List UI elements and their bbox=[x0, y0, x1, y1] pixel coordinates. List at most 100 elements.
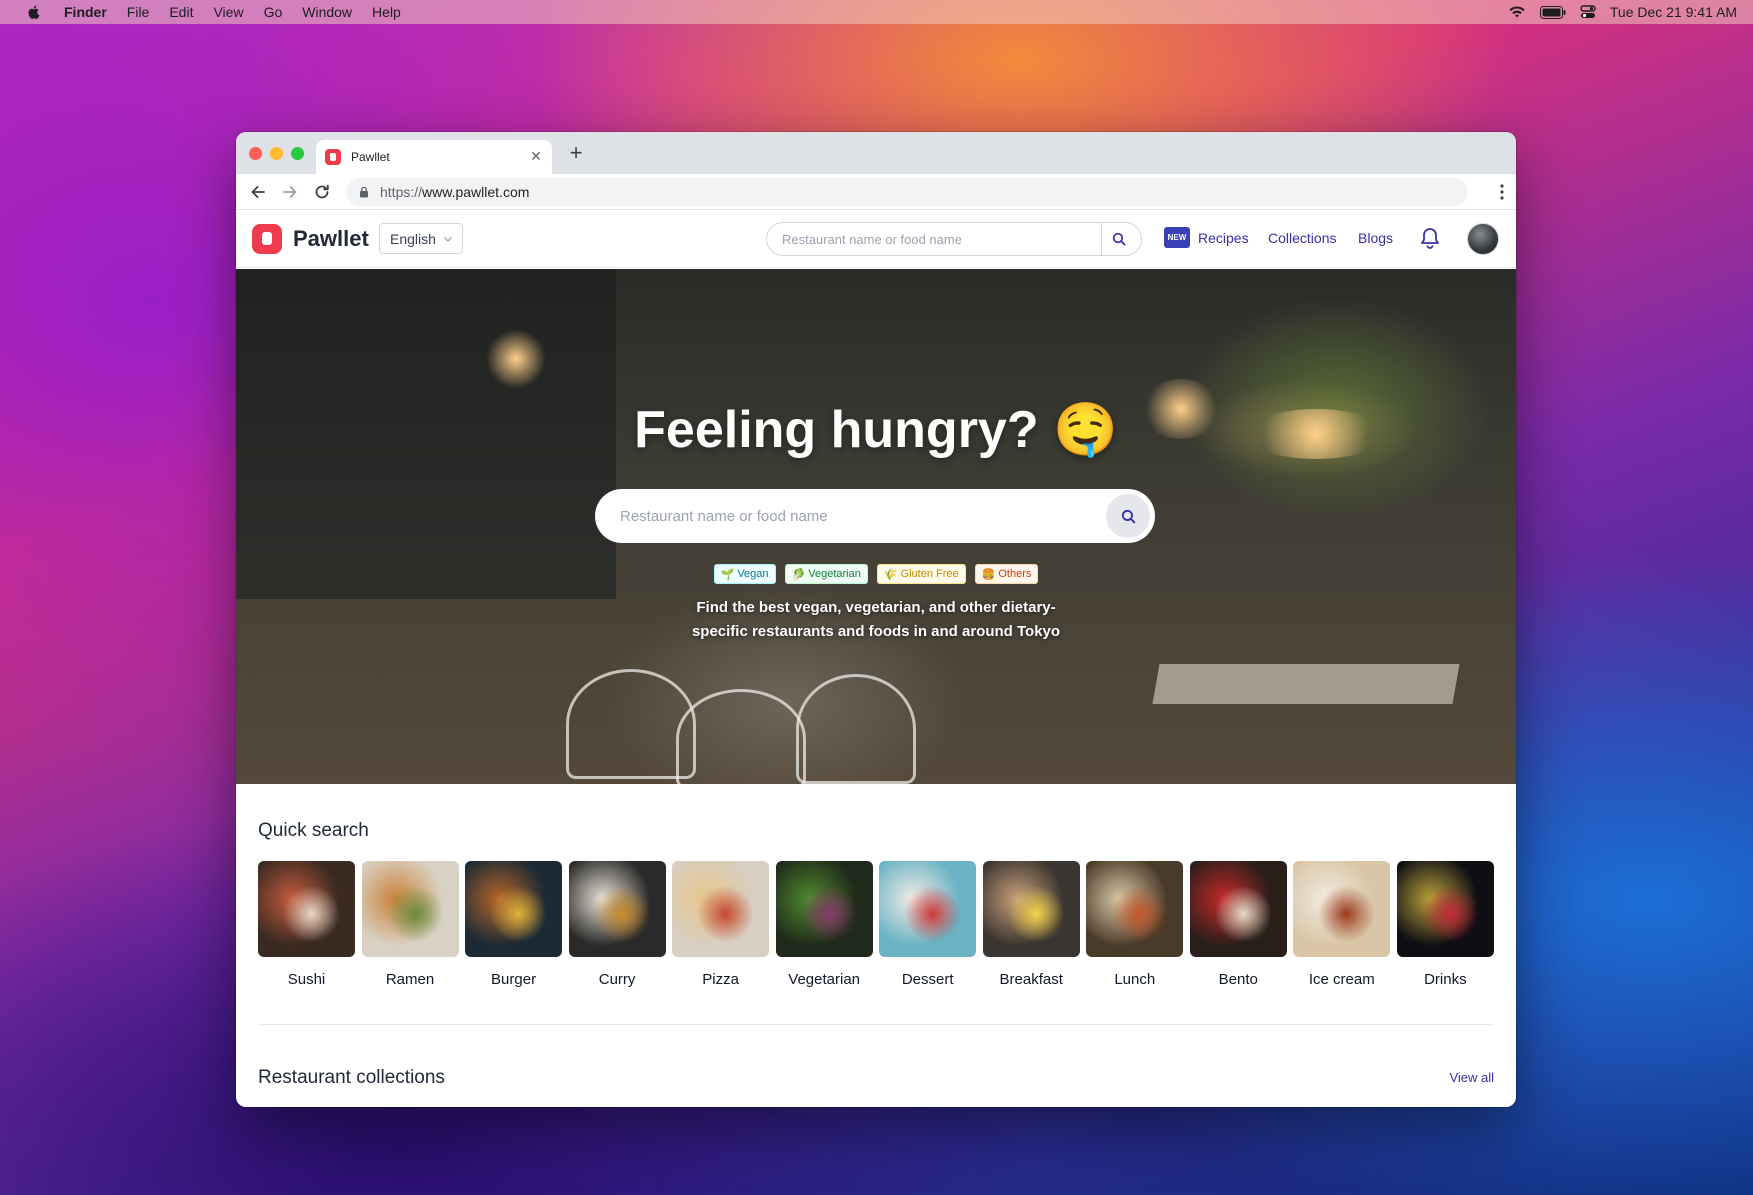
diet-tags: 🌱 Vegan 🥬 Vegetarian 🌾 Gluten Free 🍔 Oth… bbox=[236, 564, 1516, 584]
hero-title: Feeling hungry? 🤤 bbox=[634, 401, 1118, 459]
quick-search-item[interactable]: Breakfast bbox=[982, 861, 1080, 988]
chevron-down-icon bbox=[444, 237, 452, 242]
language-select[interactable]: English bbox=[379, 223, 463, 254]
quick-search-item[interactable]: Dessert bbox=[879, 861, 977, 988]
new-tab-button[interactable]: + bbox=[566, 142, 586, 164]
nav-collections[interactable]: Collections bbox=[1268, 230, 1336, 246]
hero-subtitle: Find the best vegan, vegetarian, and oth… bbox=[691, 599, 1061, 640]
tab-title: Pawllet bbox=[351, 150, 390, 164]
food-thumbnail[interactable] bbox=[1189, 861, 1287, 957]
site-header: Pawllet English NEW Recipes Collections … bbox=[236, 210, 1516, 268]
quick-search-label: Burger bbox=[491, 971, 537, 988]
quick-search-item[interactable]: Lunch bbox=[1086, 861, 1184, 988]
food-thumbnail[interactable] bbox=[775, 861, 873, 957]
favicon-icon bbox=[325, 149, 341, 165]
quick-search-item[interactable]: Sushi bbox=[258, 861, 355, 988]
food-thumbnail[interactable] bbox=[879, 861, 977, 957]
browser-tab-pawllet[interactable]: Pawllet ✕ bbox=[316, 140, 552, 174]
control-center-icon[interactable] bbox=[1580, 4, 1596, 20]
section-divider bbox=[258, 1024, 1494, 1025]
browser-window: Pawllet ✕ + https:// www.pawllet.com Paw… bbox=[236, 132, 1516, 1107]
food-thumbnail[interactable] bbox=[672, 861, 770, 957]
quick-search-item[interactable]: Curry bbox=[568, 861, 666, 988]
window-controls bbox=[249, 147, 304, 160]
header-search-button[interactable] bbox=[1101, 223, 1135, 255]
quick-search-list: Sushi Ramen Burger Curry Pizza Vegetarian Dess… bbox=[258, 861, 1494, 988]
quick-search-label: Ice cream bbox=[1308, 971, 1375, 988]
food-thumbnail[interactable] bbox=[982, 861, 1080, 957]
quick-search-item[interactable]: Ice cream bbox=[1293, 861, 1391, 988]
apple-icon[interactable] bbox=[26, 4, 42, 20]
close-window-button[interactable] bbox=[249, 147, 262, 160]
browser-menu-icon[interactable] bbox=[1500, 183, 1504, 201]
user-avatar[interactable] bbox=[1467, 223, 1499, 255]
minimize-window-button[interactable] bbox=[270, 147, 283, 160]
hero-chair bbox=[676, 689, 806, 784]
reload-icon[interactable] bbox=[312, 182, 332, 202]
quick-search-label: Sushi bbox=[287, 971, 326, 988]
brand-name[interactable]: Pawllet bbox=[293, 226, 369, 252]
forward-arrow-icon[interactable] bbox=[280, 182, 300, 202]
quick-search-item[interactable]: Ramen bbox=[361, 861, 459, 988]
url-scheme: https:// bbox=[380, 184, 423, 200]
food-thumbnail[interactable] bbox=[1293, 861, 1391, 957]
menu-go[interactable]: Go bbox=[264, 4, 283, 20]
quick-search-label: Pizza bbox=[702, 971, 739, 988]
wifi-icon[interactable] bbox=[1508, 5, 1526, 19]
menu-bar: Finder File Edit View Go Window Help Tue… bbox=[0, 0, 1753, 24]
hero-lamp-glow bbox=[486, 329, 546, 389]
header-search bbox=[766, 222, 1142, 256]
lock-icon bbox=[360, 186, 368, 198]
view-all-link[interactable]: View all bbox=[1449, 1070, 1494, 1085]
address-bar[interactable]: https:// www.pawllet.com bbox=[346, 178, 1468, 206]
hero-search bbox=[595, 489, 1155, 543]
hero-table bbox=[1152, 664, 1460, 704]
nav-blogs[interactable]: Blogs bbox=[1358, 230, 1393, 246]
bell-icon[interactable] bbox=[1419, 226, 1441, 250]
tag-vegan[interactable]: 🌱 Vegan bbox=[713, 564, 776, 584]
quick-search-item[interactable]: Drinks bbox=[1396, 861, 1494, 988]
menu-edit[interactable]: Edit bbox=[169, 4, 193, 20]
quick-search-title: Quick search bbox=[258, 820, 369, 841]
search-icon bbox=[1112, 232, 1125, 246]
browser-toolbar: https:// www.pawllet.com bbox=[236, 174, 1516, 210]
quick-search-item[interactable]: Bento bbox=[1189, 861, 1287, 988]
food-thumbnail[interactable] bbox=[465, 861, 563, 957]
quick-search-item[interactable]: Burger bbox=[465, 861, 563, 988]
food-thumbnail[interactable] bbox=[1396, 861, 1494, 957]
quick-search-label: Vegetarian bbox=[788, 971, 861, 988]
tag-label: Gluten Free bbox=[900, 568, 959, 580]
hero-chair bbox=[796, 674, 916, 784]
tag-vegetarian[interactable]: 🥬 Vegetarian bbox=[784, 564, 868, 584]
tag-label: Others bbox=[998, 568, 1032, 580]
food-thumbnail[interactable] bbox=[1086, 861, 1184, 957]
menu-file[interactable]: File bbox=[127, 4, 150, 20]
tag-others[interactable]: 🍔 Others bbox=[974, 564, 1039, 584]
quick-search-item[interactable]: Vegetarian bbox=[775, 861, 873, 988]
food-thumbnail[interactable] bbox=[361, 861, 459, 957]
quick-search-item[interactable]: Pizza bbox=[672, 861, 770, 988]
close-tab-icon[interactable]: ✕ bbox=[528, 148, 544, 164]
leafy-green-icon: 🥬 bbox=[791, 568, 806, 581]
menu-help[interactable]: Help bbox=[372, 4, 401, 20]
header-search-input[interactable] bbox=[767, 223, 1101, 255]
zoom-window-button[interactable] bbox=[291, 147, 304, 160]
pawllet-logo-icon[interactable] bbox=[252, 224, 282, 254]
tab-strip: Pawllet ✕ + bbox=[236, 132, 1516, 174]
menu-window[interactable]: Window bbox=[302, 4, 352, 20]
menu-finder[interactable]: Finder bbox=[64, 4, 107, 20]
search-icon bbox=[1121, 509, 1135, 523]
quick-search-label: Curry bbox=[598, 971, 636, 988]
back-arrow-icon[interactable] bbox=[248, 182, 268, 202]
url-host: www.pawllet.com bbox=[422, 184, 530, 200]
nav-recipes[interactable]: Recipes bbox=[1198, 230, 1249, 246]
tag-gluten-free[interactable]: 🌾 Gluten Free bbox=[876, 564, 966, 584]
hero-search-button[interactable] bbox=[1106, 494, 1150, 538]
quick-search-label: Bento bbox=[1218, 971, 1258, 988]
battery-icon[interactable] bbox=[1539, 5, 1566, 19]
food-thumbnail[interactable] bbox=[568, 861, 666, 957]
menubar-clock[interactable]: Tue Dec 21 9:41 AM bbox=[1610, 4, 1737, 20]
hero-search-input[interactable] bbox=[595, 507, 1095, 525]
menu-view[interactable]: View bbox=[213, 4, 243, 20]
food-thumbnail[interactable] bbox=[258, 861, 355, 957]
